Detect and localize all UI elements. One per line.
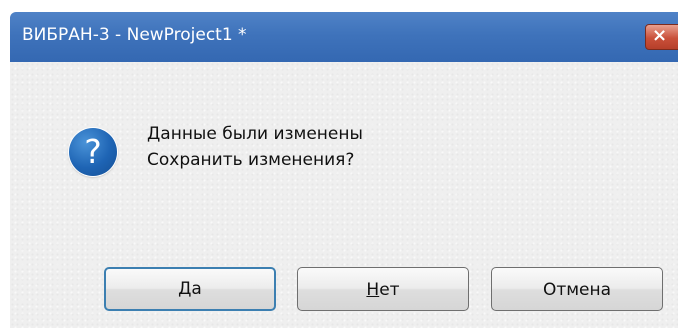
question-icon: ? xyxy=(69,128,117,176)
no-button-mnemonic: Н xyxy=(366,280,380,300)
no-button-label: ет xyxy=(379,280,400,300)
save-changes-dialog: ВИБРАН-3 - NewProject1 * × ? Данные были… xyxy=(10,12,678,328)
cancel-button-label: Отмена xyxy=(542,280,612,300)
yes-button-mnemonic: Д xyxy=(178,279,192,299)
message-line-1: Данные были изменены xyxy=(147,124,363,144)
window-title: ВИБРАН-3 - NewProject1 * xyxy=(22,25,247,45)
message-text: Данные были изменены Сохранить изменения… xyxy=(147,121,363,173)
yes-button[interactable]: Да xyxy=(104,267,276,311)
close-icon: × xyxy=(652,25,668,46)
message-line-2: Сохранить изменения? xyxy=(147,150,355,170)
dialog-body: ? Данные были изменены Сохранить изменен… xyxy=(10,62,678,328)
close-button[interactable]: × xyxy=(645,24,678,50)
no-button[interactable]: Нет xyxy=(297,267,469,311)
yes-button-label: а xyxy=(191,279,202,299)
title-bar[interactable]: ВИБРАН-3 - NewProject1 * × xyxy=(10,12,678,62)
cancel-button[interactable]: Отмена xyxy=(491,267,663,311)
